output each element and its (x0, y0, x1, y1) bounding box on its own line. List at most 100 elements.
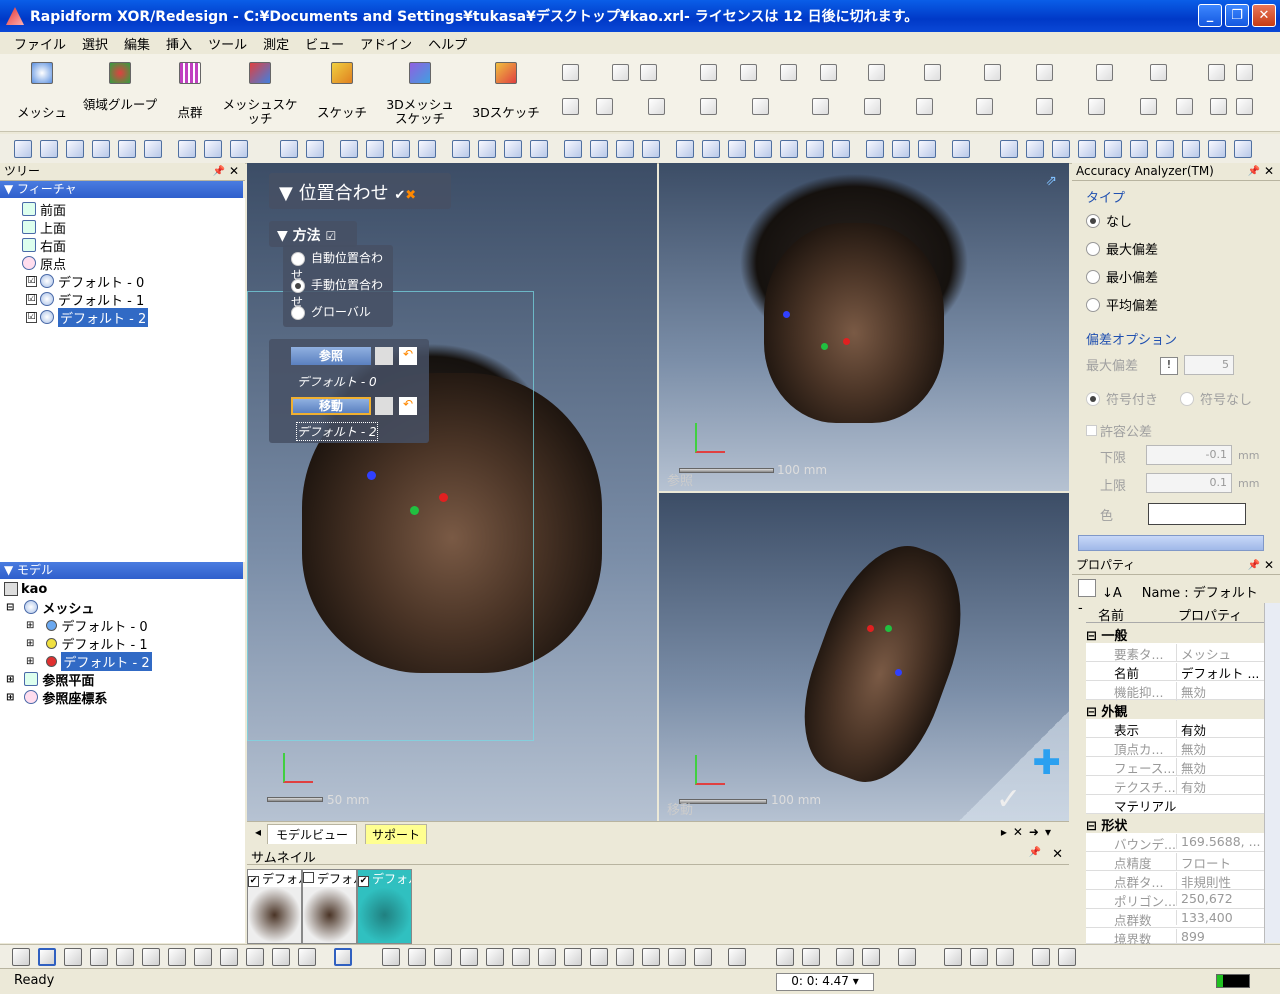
select-tool-icon[interactable] (220, 948, 238, 966)
select-tool-icon[interactable] (194, 948, 212, 966)
filter-icon[interactable] (802, 948, 820, 966)
menu-file[interactable]: ファイル (14, 34, 66, 53)
feature-tool-icon[interactable] (812, 98, 829, 115)
view-icon[interactable] (280, 140, 298, 158)
tree-item-default-1[interactable]: ☑ デフォルト - 1 (26, 290, 144, 309)
tree-item-front[interactable]: 前面 (22, 200, 66, 219)
upper-input[interactable]: 0.1 (1146, 473, 1232, 493)
zoom-icon[interactable] (366, 140, 384, 158)
feature-tool-icon[interactable] (1150, 64, 1167, 81)
move-reset-icon[interactable]: ↶ (399, 397, 417, 415)
feature-tool-icon[interactable] (648, 98, 665, 115)
polygon-select-icon[interactable] (90, 948, 108, 966)
feature-tool-icon[interactable] (1088, 98, 1105, 115)
history-icon[interactable] (230, 140, 248, 158)
section-icon[interactable] (866, 140, 884, 158)
feature-tool-icon[interactable] (1236, 98, 1253, 115)
pin-icon[interactable]: 📌 (1248, 557, 1260, 574)
circle-select-icon[interactable] (64, 948, 82, 966)
feature-tool-icon[interactable] (924, 64, 941, 81)
filter-icon[interactable] (564, 948, 582, 966)
3d-mesh-sketch-button[interactable]: 3Dメッシュスケッチ (382, 60, 458, 126)
prop-row[interactable]: テクスチ... 有効 (1086, 776, 1266, 796)
cube-view-icon[interactable] (616, 140, 634, 158)
tolerance-toggle[interactable]: 許容公差 (1086, 421, 1152, 440)
display-mode-icon[interactable] (1078, 140, 1096, 158)
zoom-icon[interactable] (418, 140, 436, 158)
display-mode-icon[interactable] (1130, 140, 1148, 158)
rect-select-icon[interactable] (38, 948, 56, 966)
checkbox-icon[interactable]: ☑ (26, 275, 37, 287)
filter-icon[interactable] (996, 948, 1014, 966)
cube-view-icon[interactable] (564, 140, 582, 158)
prop-row[interactable]: 機能抑... 無効 (1086, 681, 1266, 701)
filter-icon[interactable] (836, 948, 854, 966)
cube-view-icon[interactable] (642, 140, 660, 158)
categorized-icon[interactable] (1078, 579, 1096, 597)
type-max-option[interactable]: 最大偏差 (1086, 239, 1158, 258)
feature-tool-icon[interactable] (864, 98, 881, 115)
cube-view-icon[interactable] (702, 140, 720, 158)
print-icon[interactable] (92, 140, 110, 158)
menu-tools[interactable]: ツール (208, 34, 247, 53)
filter-icon[interactable] (460, 948, 478, 966)
cube-view-icon[interactable] (806, 140, 824, 158)
model-mesh-item-1[interactable]: ⊞ デフォルト - 1 (26, 634, 148, 653)
group-shape[interactable]: ⊟ 形状 (1086, 815, 1127, 834)
feature-tool-icon[interactable] (1096, 64, 1113, 81)
feature-tool-icon[interactable] (820, 64, 837, 81)
thumbnail-2[interactable]: ✔デフォル (357, 869, 412, 944)
tab-support[interactable]: サポート (365, 824, 428, 844)
select-tool-icon[interactable] (298, 948, 316, 966)
import-icon[interactable] (118, 140, 136, 158)
tree-item-top[interactable]: 上面 (22, 218, 66, 237)
group-general[interactable]: ⊟ 一般 (1086, 625, 1127, 644)
display-mode-icon[interactable] (1208, 140, 1226, 158)
method-header[interactable]: ▼ 方法 ☑ (269, 221, 357, 247)
region-group-button[interactable]: 領域グループ (82, 60, 158, 112)
prop-row[interactable]: 点群タ... 非規則性 (1086, 871, 1266, 891)
horizontal-scrollbar[interactable] (1078, 535, 1264, 551)
add-icon[interactable]: ✚ (1033, 743, 1062, 783)
rotate-tool-icon[interactable] (640, 64, 657, 81)
undo-icon[interactable] (178, 140, 196, 158)
filter-icon[interactable] (776, 948, 794, 966)
model-mesh-group[interactable]: ⊟ メッシュ (6, 598, 94, 617)
view-icon[interactable] (306, 140, 324, 158)
tab-model-view[interactable]: モデルビュー (267, 824, 358, 844)
zoom-icon[interactable] (392, 140, 410, 158)
menu-select[interactable]: 選択 (82, 34, 108, 53)
filter-icon[interactable] (1058, 948, 1076, 966)
filter-icon[interactable] (694, 948, 712, 966)
thumbnail-1[interactable]: デフォル (302, 869, 357, 944)
model-mesh-item-2[interactable]: ⊞ デフォルト - 2 (26, 650, 153, 672)
move-pick-icon[interactable] (375, 397, 393, 415)
tree-item-default-2[interactable]: ☑ デフォルト - 2 (26, 306, 150, 328)
type-min-option[interactable]: 最小偏差 (1086, 267, 1158, 286)
unsigned-option[interactable]: 符号なし (1180, 389, 1252, 408)
move-button[interactable]: 移動 (291, 397, 371, 415)
display-mode-icon[interactable] (1156, 140, 1174, 158)
filter-icon[interactable] (538, 948, 556, 966)
cube-view-icon[interactable] (832, 140, 850, 158)
menu-edit[interactable]: 編集 (124, 34, 150, 53)
select-tool-icon[interactable] (272, 948, 290, 966)
feature-tool-icon[interactable] (596, 98, 613, 115)
tree-item-default-0[interactable]: ☑ デフォルト - 0 (26, 272, 144, 291)
save-icon[interactable] (66, 140, 84, 158)
mesh-button[interactable]: メッシュ (14, 60, 70, 120)
type-none-option[interactable]: なし (1086, 211, 1132, 230)
move-point-blue[interactable] (895, 669, 902, 676)
3d-sketch-button[interactable]: 3Dスケッチ (468, 60, 544, 120)
rotate-view-icon[interactable] (478, 140, 496, 158)
ref-pick-icon[interactable] (375, 347, 393, 365)
filter-icon[interactable] (486, 948, 504, 966)
sort-icon[interactable]: ↓A (1102, 586, 1122, 601)
move-point-green[interactable] (885, 625, 892, 632)
display-mode-icon[interactable] (1234, 140, 1252, 158)
color-picker[interactable] (1148, 503, 1246, 525)
feature-tool-icon[interactable] (984, 64, 1001, 81)
prop-row[interactable]: 点群数 133,400 (1086, 909, 1266, 928)
checkbox-icon[interactable]: ☑ (26, 293, 37, 305)
filter-icon[interactable] (898, 948, 916, 966)
